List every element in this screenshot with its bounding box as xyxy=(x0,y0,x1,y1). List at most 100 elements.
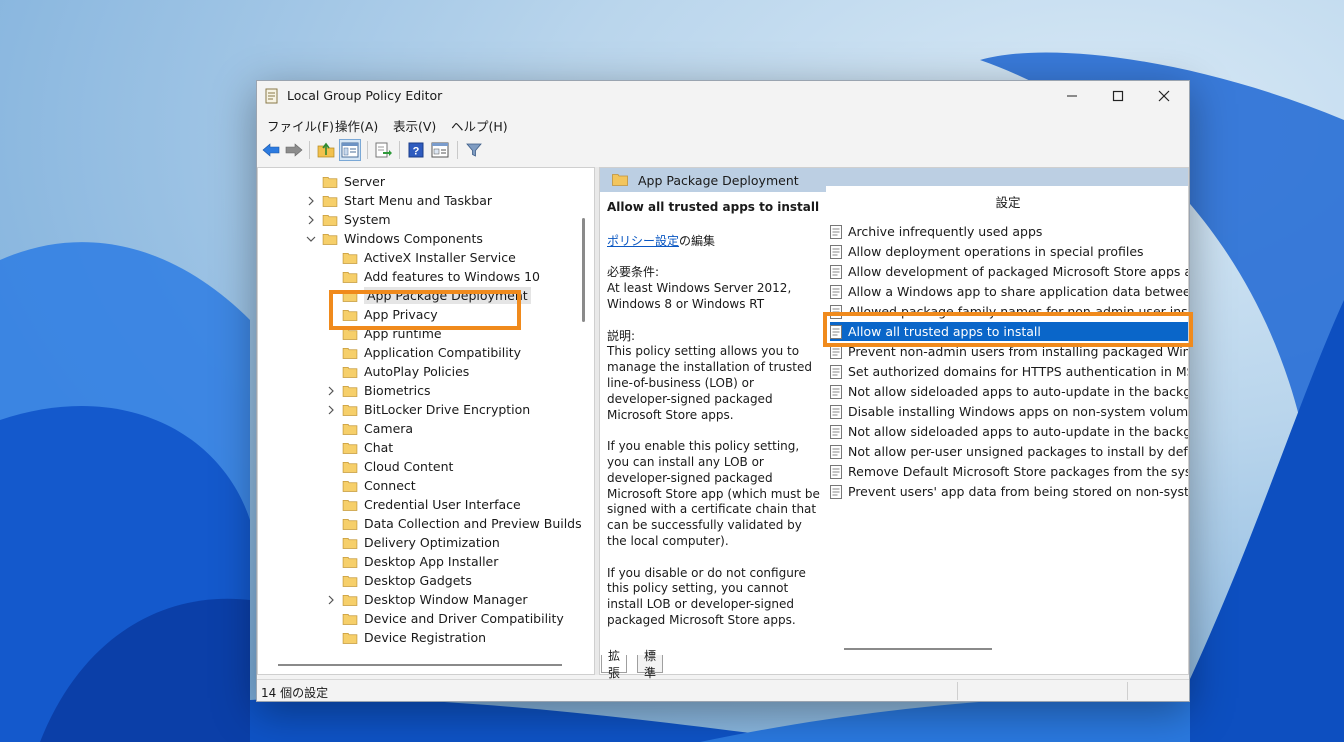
title-bar[interactable]: Local Group Policy Editor xyxy=(257,81,1189,111)
setting-row[interactable]: Prevent non-admin users from installing … xyxy=(830,342,1188,361)
up-one-level-button[interactable] xyxy=(315,139,337,161)
folder-icon xyxy=(322,233,338,245)
status-divider xyxy=(1127,682,1128,700)
properties-view-button[interactable] xyxy=(429,139,451,161)
tree-item[interactable]: App Privacy xyxy=(342,305,438,324)
chevron-right-icon[interactable] xyxy=(306,215,316,225)
setting-row[interactable]: Not allow sideloaded apps to auto-update… xyxy=(830,422,1188,441)
navigation-tree-pane[interactable]: Server Start Menu and Taskbar System Window… xyxy=(257,167,595,675)
menu-view[interactable]: 表示(V) xyxy=(393,116,436,135)
maximize-button[interactable] xyxy=(1095,81,1141,111)
tree-item[interactable]: Windows Components xyxy=(306,229,483,248)
tree-item[interactable]: Data Collection and Preview Builds xyxy=(342,514,582,533)
chevron-right-icon[interactable] xyxy=(326,405,336,415)
setting-row[interactable]: Allow development of packaged Microsoft … xyxy=(830,262,1188,281)
tree-item[interactable]: Device and Driver Compatibility xyxy=(342,609,564,628)
setting-label: Allow deployment operations in special p… xyxy=(848,244,1144,259)
tree-item[interactable]: BitLocker Drive Encryption xyxy=(328,400,530,419)
status-bar: 14 個の設定 xyxy=(257,679,1189,701)
policy-setting-icon xyxy=(830,424,842,439)
description-label: 説明: xyxy=(607,328,636,343)
tree-item[interactable]: Biometrics xyxy=(328,381,430,400)
menu-help[interactable]: ヘルプ(H) xyxy=(451,116,508,135)
show-hide-tree-button[interactable] xyxy=(339,139,361,161)
setting-row[interactable]: Prevent users' app data from being store… xyxy=(830,482,1188,501)
forward-button[interactable] xyxy=(283,139,305,161)
setting-row[interactable]: Allowed package family names for non-adm… xyxy=(830,302,1188,321)
setting-row[interactable]: Allow deployment operations in special p… xyxy=(830,242,1188,261)
tab-extended[interactable]: 拡張 xyxy=(601,649,628,680)
tree-vertical-scrollbar-thumb[interactable] xyxy=(582,218,585,322)
folder-icon xyxy=(342,442,358,454)
export-list-button[interactable] xyxy=(373,139,395,161)
setting-row[interactable]: Allow all trusted apps to install xyxy=(830,322,1188,341)
description-paragraph-1: This policy setting allows you to manage… xyxy=(607,344,812,422)
menu-action[interactable]: 操作(A) xyxy=(335,116,378,135)
tree-item[interactable]: AutoPlay Policies xyxy=(342,362,469,381)
tree-item[interactable]: Server xyxy=(322,172,385,191)
tree-item[interactable]: Cloud Content xyxy=(342,457,453,476)
minimize-button[interactable] xyxy=(1049,81,1095,111)
tree-item[interactable]: Chat xyxy=(342,438,393,457)
folder-icon xyxy=(342,404,358,416)
requirements-text: At least Windows Server 2012, Windows 8 … xyxy=(607,281,792,311)
tab-standard[interactable]: 標準 xyxy=(637,649,664,680)
policy-setting-icon xyxy=(830,384,842,399)
tree-item[interactable]: Connect xyxy=(342,476,416,495)
policy-setting-icon xyxy=(830,284,842,299)
tree-item-label: ActiveX Installer Service xyxy=(364,250,516,265)
chevron-right-icon[interactable] xyxy=(326,595,336,605)
back-arrow-icon xyxy=(262,143,280,157)
tree-horizontal-scrollbar-thumb[interactable] xyxy=(278,664,562,666)
tree-item[interactable]: Delivery Optimization xyxy=(342,533,500,552)
settings-horizontal-scrollbar-thumb[interactable] xyxy=(844,648,992,650)
tree-item[interactable]: ActiveX Installer Service xyxy=(342,248,516,267)
toolbar-separator xyxy=(457,141,458,159)
tree-item[interactable]: App runtime xyxy=(342,324,442,343)
menu-file[interactable]: ファイル(F) xyxy=(267,116,334,135)
help-button[interactable]: ? xyxy=(405,139,427,161)
tree-item[interactable]: Device Registration xyxy=(342,628,486,647)
tree-item[interactable]: Credential User Interface xyxy=(342,495,521,514)
tree-item[interactable]: Application Compatibility xyxy=(342,343,521,362)
back-button[interactable] xyxy=(260,139,282,161)
folder-icon xyxy=(342,347,358,359)
setting-row[interactable]: Allow a Windows app to share application… xyxy=(830,282,1188,301)
setting-row[interactable]: Remove Default Microsoft Store packages … xyxy=(830,462,1188,481)
tree-item-label: Chat xyxy=(364,440,394,455)
tree-item[interactable]: Desktop Gadgets xyxy=(342,571,472,590)
setting-label: Allow all trusted apps to install xyxy=(848,324,1041,339)
setting-row[interactable]: Not allow per-user unsigned packages to … xyxy=(830,442,1188,461)
tree-item[interactable]: Desktop Window Manager xyxy=(328,590,528,609)
setting-label: Set authorized domains for HTTPS authent… xyxy=(848,364,1188,379)
toolbar-separator xyxy=(399,141,400,159)
description-block: 説明: This policy setting allows you to man… xyxy=(607,329,821,424)
settings-column-header[interactable]: 設定 xyxy=(826,192,1188,211)
setting-row[interactable]: Archive infrequently used apps xyxy=(830,222,1188,241)
tree-item-label: App runtime xyxy=(364,326,442,341)
tree-item[interactable]: App Package Deployment xyxy=(342,286,531,305)
tree-item[interactable]: Add features to Windows 10 xyxy=(342,267,540,286)
edit-policy-line: ポリシー設定の編集 xyxy=(607,234,821,250)
setting-row[interactable]: Not allow sideloaded apps to auto-update… xyxy=(830,382,1188,401)
settings-list[interactable]: 設定 Archive infrequently used apps Allow d… xyxy=(826,186,1188,650)
chevron-down-icon[interactable] xyxy=(306,234,316,244)
tree-item[interactable]: Camera xyxy=(342,419,413,438)
edit-policy-link[interactable]: ポリシー設定 xyxy=(607,234,679,248)
tree-item[interactable]: Desktop App Installer xyxy=(342,552,498,571)
requirements-block: 必要条件: At least Windows Server 2012, Windo… xyxy=(607,265,821,312)
close-button[interactable] xyxy=(1141,81,1187,111)
setting-row[interactable]: Set authorized domains for HTTPS authent… xyxy=(830,362,1188,381)
folder-icon xyxy=(342,632,358,644)
svg-text:?: ? xyxy=(413,146,420,158)
filter-icon xyxy=(466,143,482,157)
chevron-right-icon[interactable] xyxy=(326,386,336,396)
tree-item[interactable]: Start Menu and Taskbar xyxy=(308,191,492,210)
tree-item[interactable]: System xyxy=(308,210,391,229)
chevron-right-icon[interactable] xyxy=(306,196,316,206)
folder-icon xyxy=(342,594,358,606)
tree-item-label: AutoPlay Policies xyxy=(364,364,470,379)
setting-row[interactable]: Disable installing Windows apps on non-s… xyxy=(830,402,1188,421)
filter-button[interactable] xyxy=(463,139,485,161)
details-pane: App Package Deployment Allow all trusted… xyxy=(599,167,1189,675)
